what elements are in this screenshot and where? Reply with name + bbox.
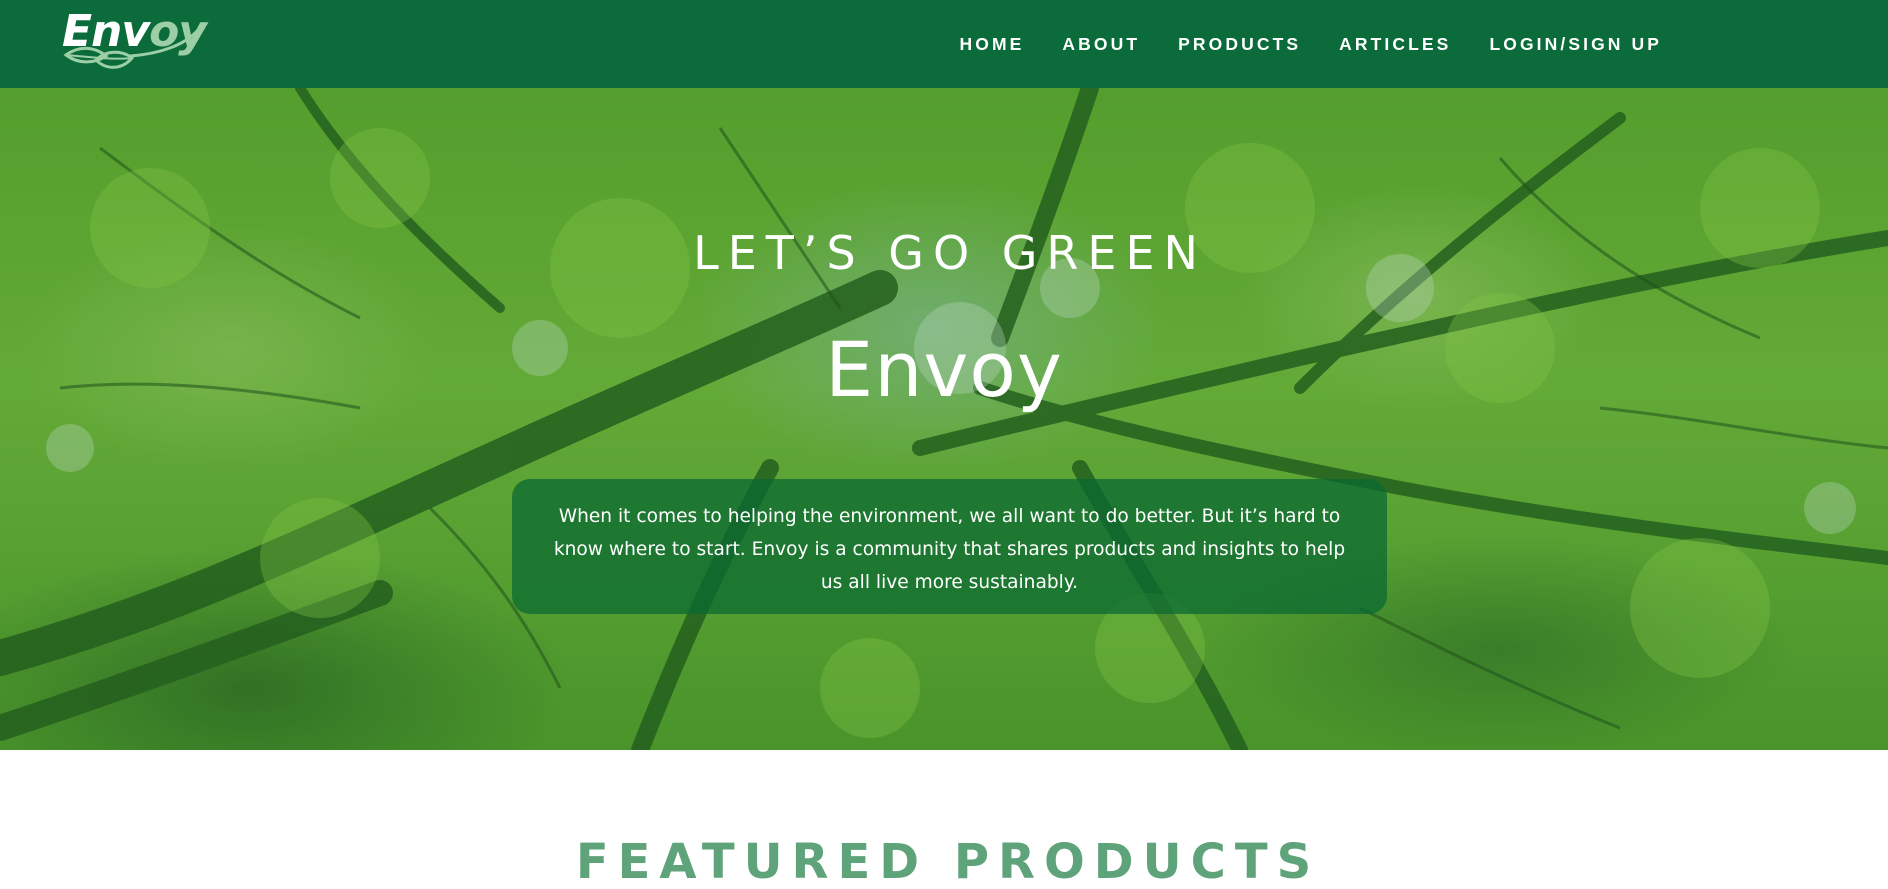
logo-text-white: Env [62,6,150,57]
nav-articles[interactable]: ARTICLES [1339,34,1451,55]
hero-title: Envoy [825,325,1063,414]
logo-wordmark: Envoy [62,10,207,54]
page: Envoy HOME ABOUT PRODUCTS ARTICLES LOGIN… [0,0,1888,889]
main-navigation: HOME ABOUT PRODUCTS ARTICLES LOGIN/SIGN … [922,0,1662,88]
nav-login-signup[interactable]: LOGIN/SIGN UP [1489,34,1662,55]
nav-home[interactable]: HOME [960,34,1025,55]
navbar: Envoy HOME ABOUT PRODUCTS ARTICLES LOGIN… [0,0,1888,88]
nav-about[interactable]: ABOUT [1062,34,1140,55]
nav-products[interactable]: PRODUCTS [1178,34,1301,55]
hero-description-box: When it comes to helping the environment… [512,479,1387,614]
hero-overlay [0,88,1888,750]
hero-eyebrow: LET’S GO GREEN [693,226,1207,280]
hero-section: LET’S GO GREEN Envoy When it comes to he… [0,88,1888,750]
featured-products-title: FEATURED PRODUCTS [575,834,1321,889]
logo-text-light: oy [149,6,207,57]
logo-link[interactable]: Envoy [60,8,207,78]
hero-description: When it comes to helping the environment… [553,506,1346,593]
